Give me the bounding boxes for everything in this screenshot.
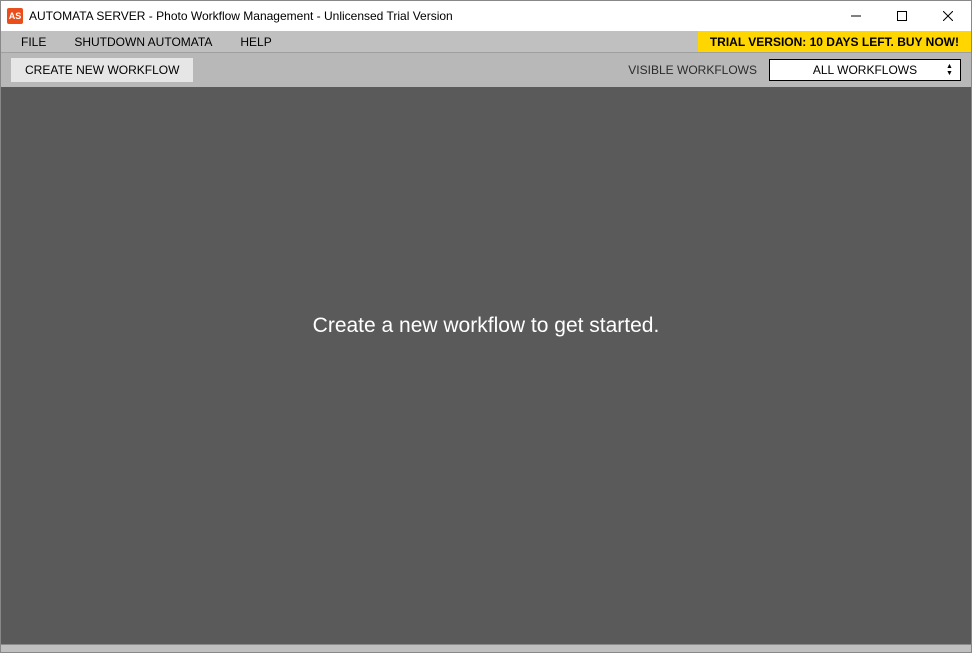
visible-workflows-label: VISIBLE WORKFLOWS (628, 63, 757, 77)
visible-workflows-select[interactable]: ALL WORKFLOWS ▲▼ (769, 59, 961, 81)
window-controls (833, 1, 971, 31)
select-arrows-icon: ▲▼ (946, 60, 956, 80)
menu-shutdown[interactable]: SHUTDOWN AUTOMATA (60, 31, 226, 52)
content-area: Create a new workflow to get started. (1, 87, 971, 644)
toolbar: CREATE NEW WORKFLOW VISIBLE WORKFLOWS AL… (1, 53, 971, 87)
maximize-icon (897, 11, 907, 21)
create-workflow-button[interactable]: CREATE NEW WORKFLOW (11, 58, 193, 82)
close-button[interactable] (925, 1, 971, 31)
titlebar: AS AUTOMATA SERVER - Photo Workflow Mana… (1, 1, 971, 31)
app-icon: AS (7, 8, 23, 24)
visible-workflows-value: ALL WORKFLOWS (813, 63, 917, 77)
maximize-button[interactable] (879, 1, 925, 31)
minimize-icon (851, 11, 861, 21)
statusbar (1, 644, 971, 652)
close-icon (943, 11, 953, 21)
menubar: FILE SHUTDOWN AUTOMATA HELP TRIAL VERSIO… (1, 31, 971, 53)
menubar-left: FILE SHUTDOWN AUTOMATA HELP (1, 31, 698, 52)
window-title: AUTOMATA SERVER - Photo Workflow Managem… (29, 9, 833, 23)
menu-help[interactable]: HELP (226, 31, 285, 52)
placeholder-text: Create a new workflow to get started. (313, 314, 660, 338)
minimize-button[interactable] (833, 1, 879, 31)
menu-file[interactable]: FILE (7, 31, 60, 52)
trial-banner[interactable]: TRIAL VERSION: 10 DAYS LEFT. BUY NOW! (698, 31, 971, 52)
